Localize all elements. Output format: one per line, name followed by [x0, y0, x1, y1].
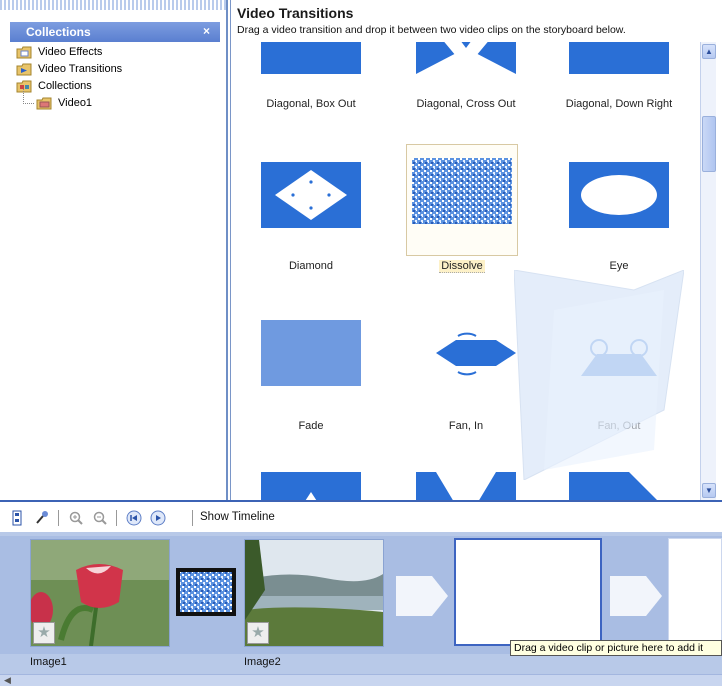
transition-grid: Diagonal, Box Out Diagonal, Cross Out Di… — [231, 42, 699, 500]
diagonal-cross-out-icon — [416, 42, 516, 74]
star-effect-icon: ★ — [33, 622, 55, 644]
rewind-icon[interactable] — [126, 510, 142, 526]
fan-in-icon — [436, 332, 516, 376]
transition-label: Fan, Out — [597, 420, 641, 432]
dissolve-icon — [412, 158, 512, 224]
show-timeline-button[interactable]: Show Timeline — [200, 511, 275, 523]
dissolve-icon — [176, 568, 236, 616]
transition-label: Fade — [298, 420, 324, 432]
toolbar-separator — [58, 510, 59, 526]
toolbar-separator — [192, 510, 193, 526]
collection-folder-icon — [36, 97, 52, 110]
storyboard-clip-image1[interactable]: ★ — [29, 539, 170, 647]
transitions-content: Video Transitions Drag a video transitio… — [230, 0, 722, 500]
fan-out-icon — [581, 339, 657, 376]
transition-label: Diagonal, Down Right — [565, 98, 673, 110]
transition-slot-1[interactable] — [176, 568, 236, 616]
transition-label-text: Dissolve — [439, 260, 485, 273]
transition-label: Eye — [609, 260, 629, 272]
vertical-scrollbar[interactable]: ▲ ▼ — [700, 42, 716, 500]
toolbar-separator — [116, 510, 117, 526]
diagonal-down-right-icon — [569, 42, 669, 74]
scroll-left-icon[interactable]: ◀ — [4, 675, 11, 686]
zoom-in-icon[interactable] — [68, 510, 84, 526]
transition-label: Dissolve — [392, 260, 532, 273]
clip-name-image1: Image1 — [30, 656, 67, 668]
zoom-out-icon[interactable] — [92, 510, 108, 526]
scroll-up-icon[interactable]: ▲ — [702, 44, 716, 59]
narrate-icon[interactable] — [34, 510, 50, 526]
eye-icon — [569, 162, 669, 228]
tree-item-label: Video1 — [58, 97, 93, 109]
tree-item-label: Video Effects — [38, 46, 103, 58]
storyboard-toolbar: Show Timeline — [0, 500, 722, 532]
tree-item-video-transitions[interactable]: Video Transitions — [16, 61, 122, 78]
empty-clip-slot[interactable] — [454, 538, 602, 646]
transition-thumbnail-icon — [261, 472, 361, 500]
transition-label: Diagonal, Cross Out — [416, 98, 516, 110]
diamond-icon — [261, 162, 361, 228]
storyboard-icon[interactable] — [10, 510, 26, 526]
horizontal-scrollbar[interactable]: ◀ — [0, 674, 722, 686]
transition-label: Fan, In — [448, 420, 484, 432]
transition-thumbnail-icon — [569, 472, 669, 500]
collections-header: Collections × — [10, 22, 220, 42]
tree-item-video-effects[interactable]: Video Effects — [16, 44, 122, 61]
close-pane-button[interactable]: × — [203, 24, 210, 38]
drop-tooltip: Drag a video clip or picture here to add… — [510, 640, 722, 656]
empty-transition-slot[interactable] — [392, 572, 452, 620]
transition-label: Diamond — [288, 260, 334, 272]
clip-name-image2: Image2 — [244, 656, 281, 668]
page-title: Video Transitions — [237, 5, 354, 21]
play-icon[interactable] — [150, 510, 166, 526]
collections-pane: Collections × Video Effects Video Transi… — [0, 0, 228, 500]
folder-effects-icon — [16, 46, 32, 59]
transition-thumbnail-icon — [416, 472, 516, 500]
empty-transition-slot[interactable] — [606, 572, 666, 620]
empty-clip-slot[interactable] — [668, 538, 722, 646]
tree-item-label: Collections — [38, 80, 92, 92]
tree-item-label: Video Transitions — [38, 63, 123, 75]
scroll-down-icon[interactable]: ▼ — [702, 483, 716, 498]
scroll-thumb[interactable] — [702, 116, 716, 172]
page-subtitle: Drag a video transition and drop it betw… — [237, 24, 626, 36]
pane-grip — [0, 0, 228, 10]
fade-icon — [261, 320, 361, 386]
transition-label: Diagonal, Box Out — [266, 98, 356, 110]
folder-transitions-icon — [16, 63, 32, 76]
star-effect-icon: ★ — [247, 622, 269, 644]
diagonal-box-out-icon — [261, 42, 361, 74]
collections-tree: Video Effects Video Transitions Collecti… — [16, 44, 122, 112]
storyboard: ★ Image1 ★ Image2 — [0, 532, 722, 686]
storyboard-clip-image2[interactable]: ★ — [244, 539, 384, 647]
collections-header-title: Collections — [26, 25, 91, 39]
tree-item-video1[interactable]: Video1 — [22, 89, 122, 112]
